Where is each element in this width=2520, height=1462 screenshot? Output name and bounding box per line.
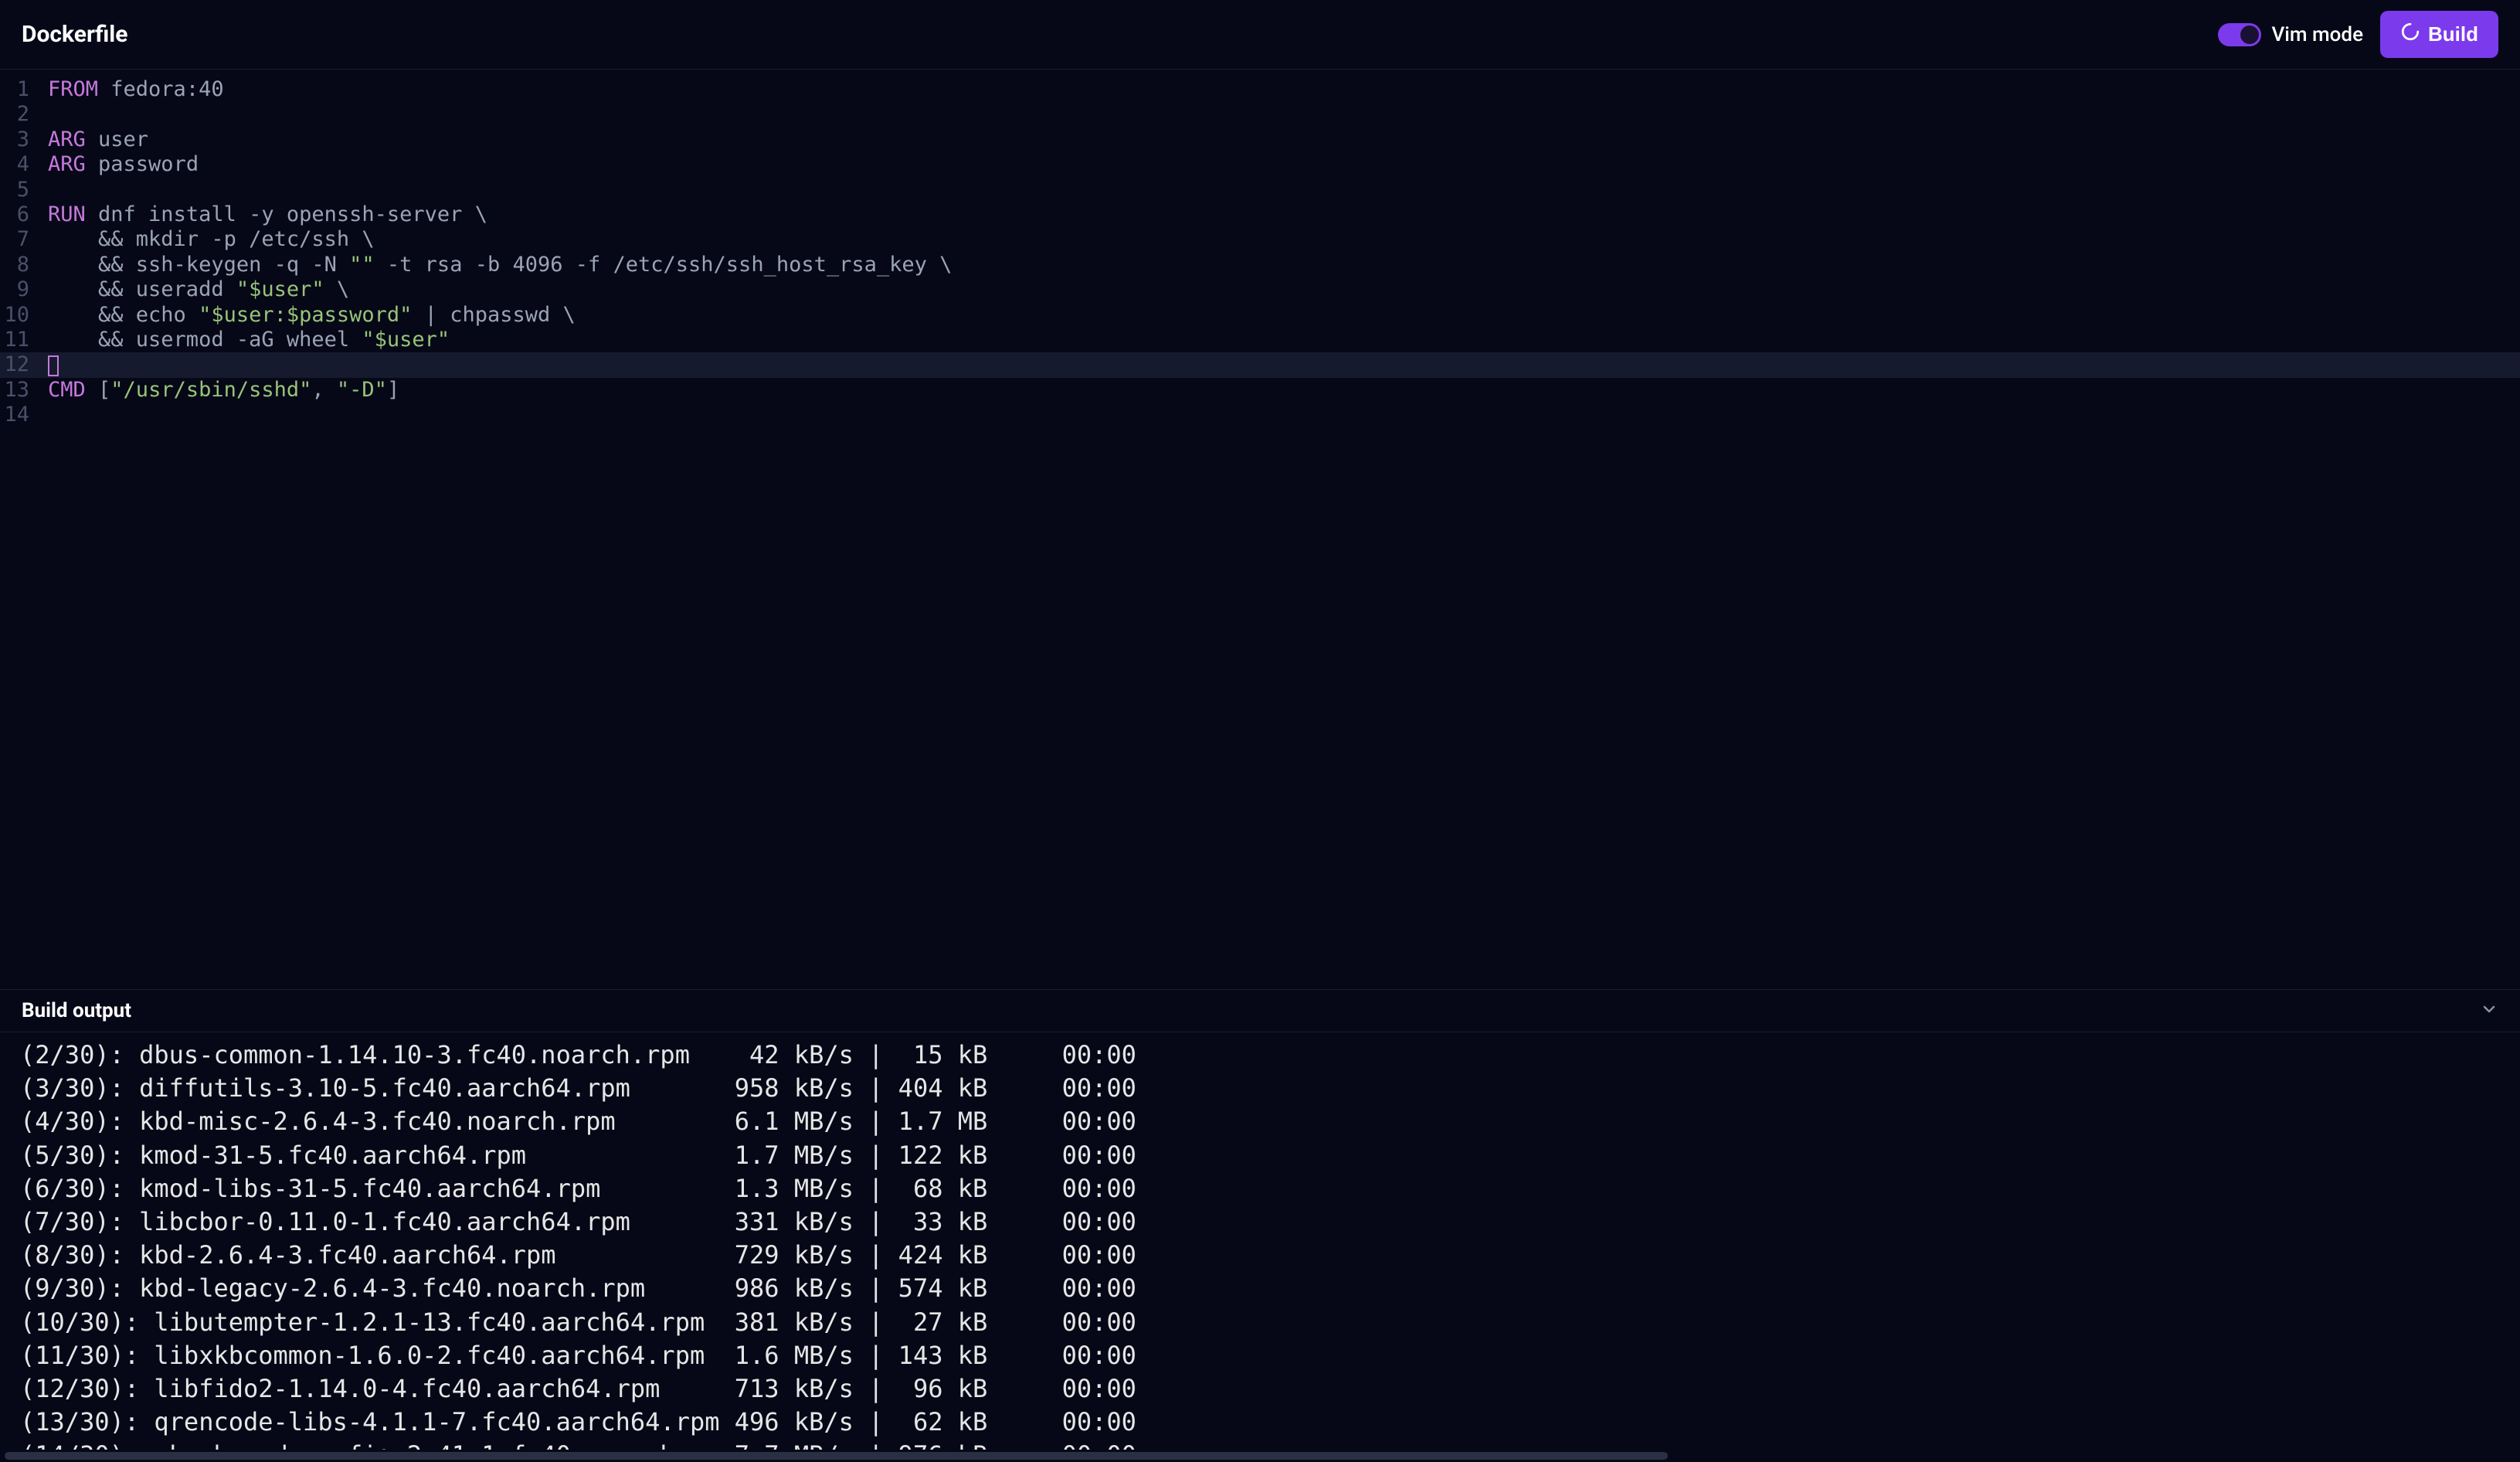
header: Dockerfile Vim mode Build — [0, 0, 2520, 70]
code-content: CMD ["/usr/sbin/sshd", "-D"] — [43, 378, 2520, 403]
code-content: && ssh-keygen -q -N "" -t rsa -b 4096 -f… — [43, 253, 2520, 277]
line-number: 8 — [0, 253, 43, 277]
chevron-down-icon[interactable] — [2480, 1000, 2498, 1022]
app-root: Dockerfile Vim mode Build 1FROM fedora:4… — [0, 0, 2520, 1462]
code-line[interactable]: 10 && echo "$user:$password" | chpasswd … — [0, 303, 2520, 328]
code-line[interactable]: 4ARG password — [0, 152, 2520, 177]
header-actions: Vim mode Build — [2218, 11, 2499, 58]
code-line[interactable]: 12 — [0, 352, 2520, 377]
code-line[interactable]: 3ARG user — [0, 128, 2520, 152]
line-number: 12 — [0, 352, 43, 377]
vim-mode-toggle[interactable] — [2218, 23, 2261, 46]
code-content: FROM fedora:40 — [43, 77, 2520, 102]
code-content: RUN dnf install -y openssh-server \ — [43, 202, 2520, 227]
line-number: 6 — [0, 202, 43, 227]
line-number: 3 — [0, 128, 43, 152]
build-output-body[interactable]: (2/30): dbus-common-1.14.10-3.fc40.noarc… — [0, 1032, 2520, 1450]
code-line[interactable]: 8 && ssh-keygen -q -N "" -t rsa -b 4096 … — [0, 253, 2520, 277]
vim-mode-label: Vim mode — [2272, 23, 2364, 46]
code-line[interactable]: 5 — [0, 178, 2520, 202]
code-content: ARG password — [43, 152, 2520, 177]
code-line[interactable]: 11 && usermod -aG wheel "$user" — [0, 328, 2520, 352]
line-number: 13 — [0, 378, 43, 403]
code-content: ARG user — [43, 128, 2520, 152]
build-button[interactable]: Build — [2380, 11, 2498, 58]
vim-mode-toggle-group: Vim mode — [2218, 23, 2364, 46]
line-number: 4 — [0, 152, 43, 177]
line-number: 2 — [0, 102, 43, 127]
code-line[interactable]: 7 && mkdir -p /etc/ssh \ — [0, 227, 2520, 252]
code-content — [43, 352, 2520, 377]
build-output-header[interactable]: Build output — [0, 989, 2520, 1032]
line-number: 7 — [0, 227, 43, 252]
line-number: 9 — [0, 277, 43, 302]
code-line[interactable]: 2 — [0, 102, 2520, 127]
line-number: 5 — [0, 178, 43, 202]
code-content: && usermod -aG wheel "$user" — [43, 328, 2520, 352]
spinner-icon — [2400, 22, 2420, 47]
code-content: && echo "$user:$password" | chpasswd \ — [43, 303, 2520, 328]
code-line[interactable]: 6RUN dnf install -y openssh-server \ — [0, 202, 2520, 227]
code-line[interactable]: 1FROM fedora:40 — [0, 77, 2520, 102]
horizontal-scrollbar[interactable] — [0, 1450, 2520, 1462]
build-button-label: Build — [2428, 22, 2478, 46]
line-number: 14 — [0, 403, 43, 427]
code-line[interactable]: 14 — [0, 403, 2520, 427]
code-content: && useradd "$user" \ — [43, 277, 2520, 302]
editor-cursor — [48, 355, 59, 376]
page-title: Dockerfile — [22, 21, 127, 48]
toggle-knob — [2240, 26, 2259, 44]
scrollbar-thumb[interactable] — [5, 1452, 1668, 1460]
code-content: && mkdir -p /etc/ssh \ — [43, 227, 2520, 252]
line-number: 1 — [0, 77, 43, 102]
code-editor[interactable]: 1FROM fedora:4023ARG user4ARG password56… — [0, 70, 2520, 989]
line-number: 11 — [0, 328, 43, 352]
build-output-title: Build output — [22, 999, 131, 1022]
code-line[interactable]: 9 && useradd "$user" \ — [0, 277, 2520, 302]
code-line[interactable]: 13CMD ["/usr/sbin/sshd", "-D"] — [0, 378, 2520, 403]
line-number: 10 — [0, 303, 43, 328]
